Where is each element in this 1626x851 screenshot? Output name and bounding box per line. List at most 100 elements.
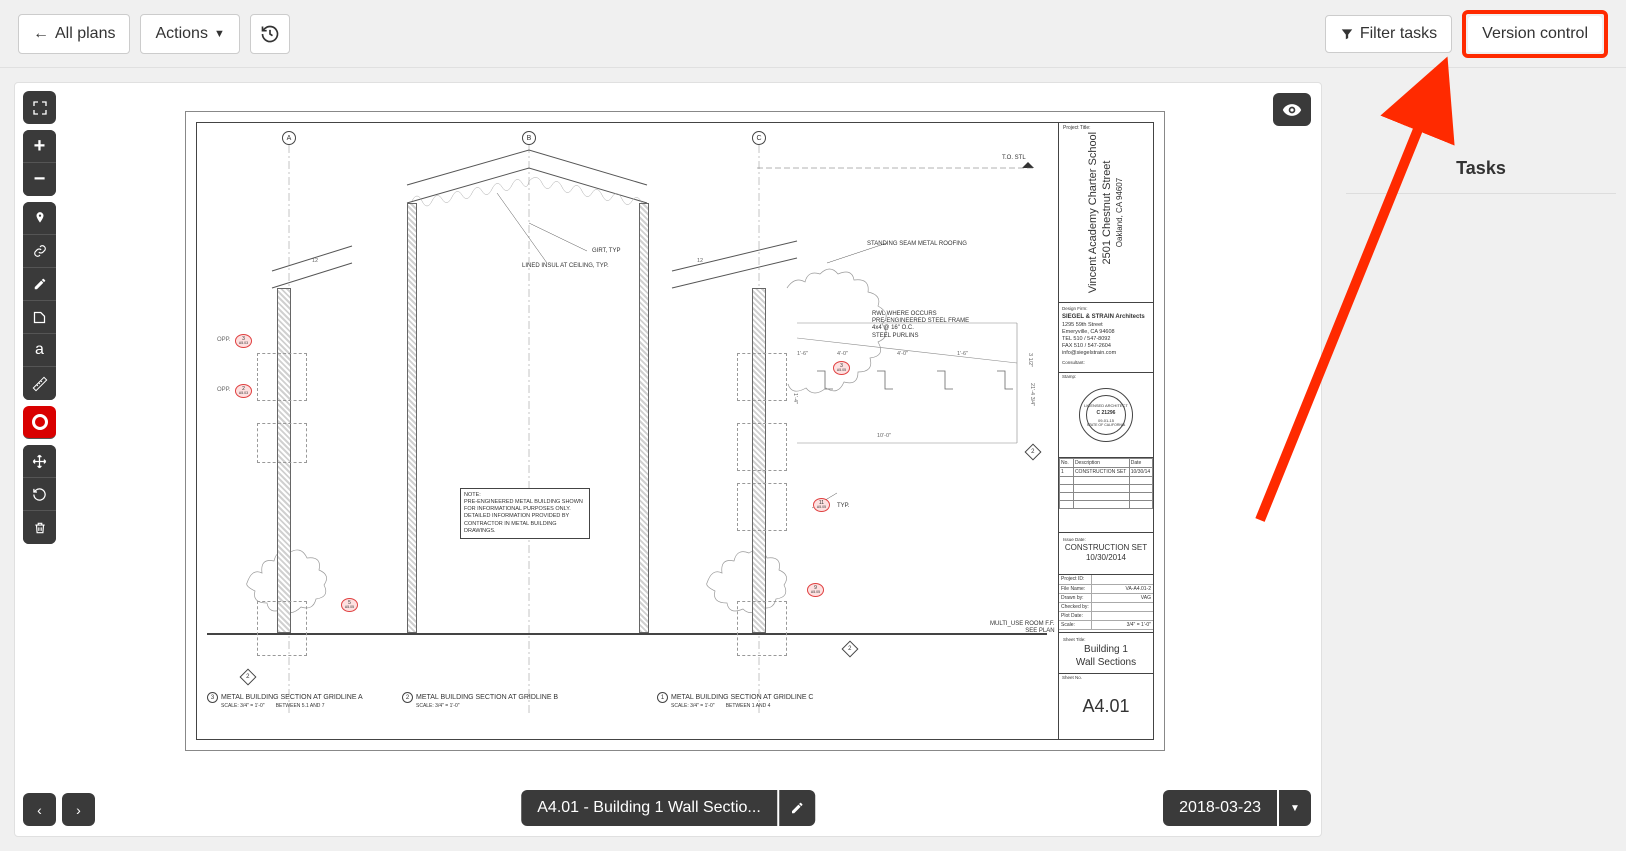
- pencil-tool[interactable]: [23, 268, 56, 301]
- revision-table: No.DescriptionDate 1CONSTRUCTION SET10/3…: [1059, 458, 1153, 509]
- cut-marker: 3A5.05: [833, 361, 850, 375]
- move-tool[interactable]: [23, 445, 56, 478]
- next-page-button[interactable]: ›: [62, 793, 95, 826]
- main-area: + − a ‹ ›: [0, 68, 1626, 851]
- issue-date: 10/30/2014: [1063, 553, 1149, 563]
- text-icon: a: [35, 341, 44, 359]
- actions-dropdown[interactable]: Actions ▼: [140, 14, 239, 54]
- stamp-lic: LICENSED ARCHITECT: [1084, 403, 1128, 408]
- stamp-label: Stamp:: [1062, 374, 1076, 379]
- ruler-tool[interactable]: [23, 367, 56, 400]
- firm-email: info@siegelstrain.com: [1062, 350, 1150, 357]
- annot-line: MULTI_USE ROOM F.F.: [990, 621, 1055, 628]
- prev-page-button[interactable]: ‹: [23, 793, 56, 826]
- detail-ref: [257, 423, 307, 463]
- text-tool[interactable]: a: [23, 334, 56, 367]
- plan-viewer[interactable]: + − a ‹ ›: [14, 82, 1322, 837]
- link-icon: [33, 244, 47, 258]
- dim: 1'-6": [797, 351, 808, 357]
- sheet-no-label: Sheet No.: [1062, 675, 1082, 680]
- sheet-title-1: Building 1: [1063, 643, 1149, 656]
- fullscreen-button[interactable]: [23, 91, 56, 124]
- firm-label: Design Firm:: [1062, 306, 1150, 312]
- zoom-out-button[interactable]: −: [23, 163, 56, 196]
- cm-s: A5.05: [811, 591, 820, 595]
- st-scale: SCALE: 3/4" = 1'-0": [671, 703, 715, 709]
- record-icon: [32, 414, 48, 430]
- fullscreen-icon: [32, 100, 48, 116]
- st-between: BETWEEN 1 AND 4: [726, 703, 771, 709]
- note-line: DETAILED INFORMATION PROVIDED BY: [464, 513, 586, 520]
- annot: TYP.: [837, 503, 850, 510]
- history-button[interactable]: [250, 14, 290, 54]
- move-icon: [32, 454, 47, 469]
- annot: GIRT, TYP: [592, 248, 620, 255]
- tool-column: + − a: [23, 91, 56, 544]
- annot-line: SEE PLAN: [990, 628, 1055, 635]
- detail-ref: [737, 423, 787, 471]
- date-dropdown-button[interactable]: ▼: [1279, 790, 1311, 826]
- firm-name: SIEGEL & STRAIN Architects: [1062, 314, 1150, 322]
- version-control-label: Version control: [1482, 25, 1588, 43]
- cm-s: A5.05: [345, 606, 354, 610]
- annot-line: PRE-ENGINEERED STEEL FRAME: [872, 318, 1012, 325]
- pencil-icon: [790, 801, 804, 815]
- zoom-in-button[interactable]: +: [23, 130, 56, 163]
- delete-tool[interactable]: [23, 511, 56, 544]
- trash-icon: [33, 521, 47, 535]
- link-tool[interactable]: [23, 235, 56, 268]
- km-n: 2: [246, 674, 249, 680]
- st-between: BETWEEN 5.1 AND 7: [276, 703, 325, 709]
- plus-icon: +: [34, 135, 46, 158]
- all-plans-label: All plans: [55, 25, 115, 43]
- cm-s: A5.03: [239, 342, 248, 346]
- project-name-1: Vincent Academy Charter School: [1087, 132, 1101, 293]
- all-plans-button[interactable]: ← All plans: [18, 14, 130, 54]
- architect-stamp: LICENSED ARCHITECT C 21296 09-01-15 STAT…: [1079, 388, 1133, 442]
- project-name-2: 2501 Chestnut Street: [1101, 132, 1115, 293]
- visibility-button[interactable]: [1273, 93, 1311, 126]
- detail-ref: [737, 601, 787, 656]
- section-2-title: 2METAL BUILDING SECTION AT GRIDLINE B SC…: [402, 692, 558, 709]
- cut-marker: 2A5.03: [235, 384, 252, 398]
- detail-ref: [257, 601, 307, 656]
- record-button[interactable]: [23, 406, 56, 439]
- section-1-title: 1METAL BUILDING SECTION AT GRIDLINE C SC…: [657, 692, 814, 709]
- rev-1-desc: CONSTRUCTION SET: [1073, 468, 1129, 477]
- note-line: CONTRACTOR IN METAL BUILDING DRAWINGS.: [464, 521, 586, 535]
- meta-l: Scale:: [1059, 620, 1092, 629]
- section-3-title: 3METAL BUILDING SECTION AT GRIDLINE A SC…: [207, 692, 363, 709]
- undo-icon: [32, 487, 47, 502]
- shape-tool[interactable]: [23, 301, 56, 334]
- sheet-title-2: Wall Sections: [1063, 656, 1149, 669]
- wall-b-left: [407, 203, 417, 633]
- dim: 12: [312, 258, 318, 264]
- minus-icon: −: [34, 168, 46, 191]
- sheet-title-text: A4.01 - Building 1 Wall Sectio...: [521, 790, 777, 826]
- filter-tasks-button[interactable]: Filter tasks: [1325, 15, 1452, 53]
- actions-label: Actions: [155, 25, 207, 43]
- cut-marker: 11A5.05: [813, 498, 830, 512]
- pin-tool[interactable]: [23, 202, 56, 235]
- km-n: 2: [1031, 449, 1034, 455]
- wall-b-right: [639, 203, 649, 633]
- dim: 1'-6": [957, 351, 968, 357]
- st-scale: SCALE: 3/4" = 1'-0": [416, 703, 558, 709]
- version-control-button[interactable]: Version control: [1468, 16, 1602, 52]
- title-block: Project Title: Vincent Academy Charter S…: [1058, 123, 1153, 739]
- drawing-sheet: Project Title: Vincent Academy Charter S…: [185, 111, 1165, 751]
- page-nav: ‹ ›: [23, 793, 95, 826]
- drawing-svg: [197, 123, 1058, 739]
- edit-title-button[interactable]: [779, 790, 815, 826]
- project-city: Oakland, CA 94607: [1115, 132, 1125, 293]
- annot: T.O. STL: [1002, 155, 1026, 162]
- st-txt: METAL BUILDING SECTION AT GRIDLINE B: [416, 694, 558, 701]
- note-box: NOTE: PRE-ENGINEERED METAL BUILDING SHOW…: [460, 488, 590, 539]
- dim: 10'-0": [877, 433, 891, 439]
- right-panel: Tasks: [1336, 68, 1626, 851]
- chevron-left-icon: ‹: [37, 802, 42, 818]
- top-toolbar: ← All plans Actions ▼ Filter tasks Versi…: [0, 0, 1626, 68]
- filter-tasks-label: Filter tasks: [1360, 25, 1437, 43]
- undo-tool[interactable]: [23, 478, 56, 511]
- shape-icon: [32, 310, 47, 325]
